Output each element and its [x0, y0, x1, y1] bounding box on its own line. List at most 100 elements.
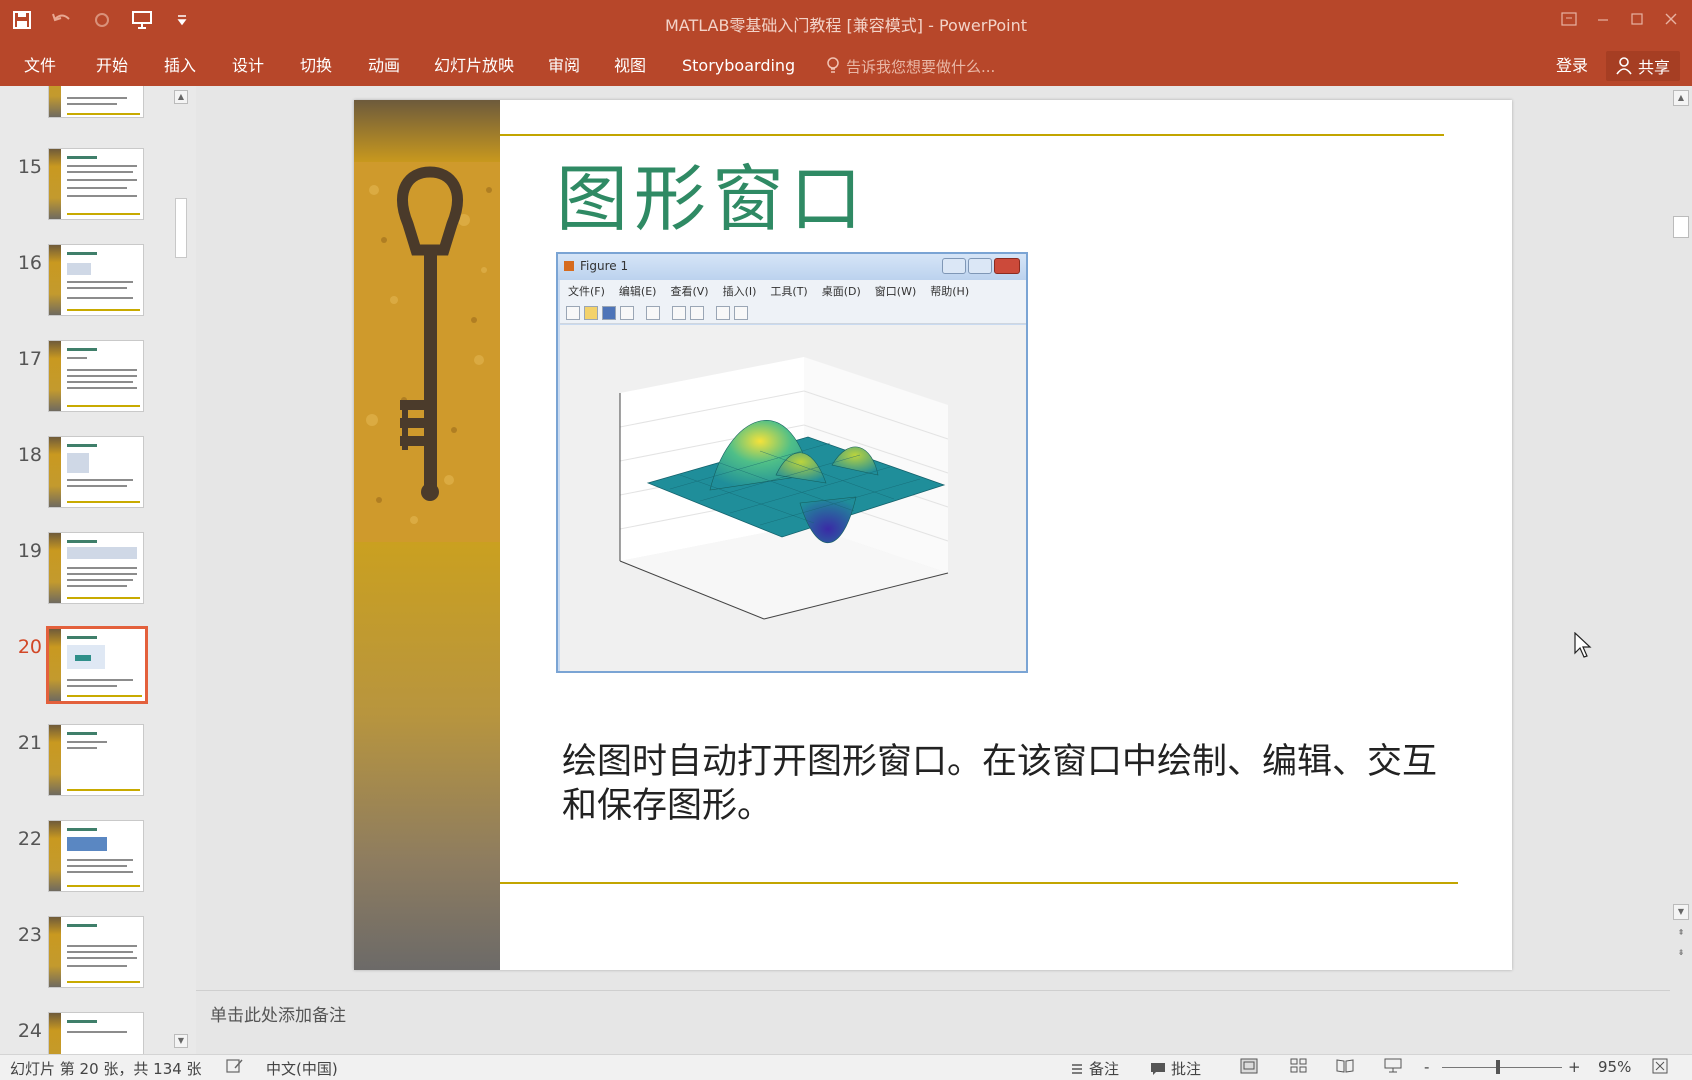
slide-scrollbar[interactable]: ▲ ▼ ⇞ ⇟ — [1670, 86, 1692, 990]
thumbnail-image — [48, 1012, 144, 1054]
figure-title-bar: Figure 1 — [558, 254, 1026, 280]
slide-counter-text: 幻灯片 第 20 张，共 134 张 — [10, 1060, 202, 1078]
tab-review[interactable]: 审阅 — [548, 46, 580, 86]
scrollbar-thumb[interactable] — [1673, 216, 1689, 238]
notes-pane[interactable]: 单击此处添加备注 — [196, 990, 1670, 1054]
figure-menu-item: 插入(I) — [722, 285, 757, 298]
comments-toggle[interactable]: 批注 — [1150, 1058, 1201, 1079]
zoom-in-button[interactable]: + — [1568, 1058, 1581, 1076]
slideshow-view-icon[interactable] — [1384, 1058, 1402, 1074]
slide-thumbnail[interactable] — [0, 86, 196, 132]
scroll-up-icon[interactable]: ▲ — [1673, 90, 1689, 106]
zoom-out-button[interactable]: - — [1424, 1058, 1429, 1076]
slide-thumbnail-24[interactable]: 24 — [0, 1006, 196, 1054]
slide-number: 20 — [17, 636, 42, 658]
slide-sorter-view-icon[interactable] — [1290, 1058, 1308, 1074]
slide-title[interactable]: 图形窗口 — [556, 140, 868, 245]
tab-transitions[interactable]: 切换 — [300, 46, 332, 86]
figure-menu-bar: 文件(F) 编辑(E) 查看(V) 插入(I) 工具(T) 桌面(D) 窗口(W… — [560, 280, 1026, 302]
mouse-cursor-icon — [1574, 631, 1592, 662]
slide-thumbnail-19[interactable]: 19 — [0, 526, 196, 618]
spell-check-icon[interactable] — [226, 1058, 244, 1074]
tab-view[interactable]: 视图 — [614, 46, 646, 86]
pointer-icon — [716, 305, 730, 320]
scroll-up-icon[interactable]: ▲ — [174, 90, 188, 104]
thumbnail-image — [48, 244, 144, 316]
tab-animations[interactable]: 动画 — [368, 46, 400, 86]
thumbnail-image — [48, 86, 144, 118]
save-figure-icon — [602, 305, 616, 320]
slide-body-text[interactable]: 绘图时自动打开图形窗口。在该窗口中绘制、编辑、交互和保存图形。 — [562, 740, 1462, 828]
insert-colorbar-icon — [672, 305, 686, 320]
figure-window-controls — [942, 258, 1020, 274]
lightbulb-icon — [827, 57, 839, 73]
slide-thumbnail-21[interactable]: 21 — [0, 718, 196, 810]
thumbnail-image-active — [46, 626, 148, 704]
zoom-slider[interactable] — [1442, 1067, 1562, 1068]
zoom-out-label: - — [1424, 1058, 1430, 1076]
slide-thumbnail-18[interactable]: 18 — [0, 430, 196, 522]
close-icon[interactable] — [1656, 6, 1686, 32]
thumbnail-image — [48, 820, 144, 892]
figure-minimize-icon — [942, 258, 966, 274]
thumbnail-image — [48, 916, 144, 988]
figure-title: Figure 1 — [580, 259, 629, 273]
language-indicator[interactable]: 中文(中国) — [266, 1058, 338, 1079]
slide-number: 23 — [17, 924, 42, 946]
tab-design[interactable]: 设计 — [232, 46, 264, 86]
figure-menu-item: 帮助(H) — [930, 285, 970, 298]
property-editor-icon — [734, 305, 748, 320]
figure-window-image[interactable]: Figure 1 文件(F) 编辑(E) 查看(V) 插入(I) 工具(T) 桌… — [556, 252, 1028, 673]
surface-plot — [619, 357, 949, 620]
tell-me-box[interactable]: 告诉我您想要做什么... — [826, 46, 995, 86]
slide-number: 21 — [17, 732, 42, 754]
minimize-icon[interactable] — [1588, 6, 1618, 32]
slide-number: 15 — [17, 156, 42, 178]
current-slide[interactable]: 图形窗口 Figure 1 文件(F) 编辑(E) 查看(V) 插入(I) 工具… — [354, 100, 1512, 970]
thumbnail-scrollbar[interactable]: ▲ ▼ — [172, 86, 190, 1054]
zoom-level[interactable]: 95% — [1598, 1058, 1631, 1076]
slide-thumbnail-17[interactable]: 17 — [0, 334, 196, 426]
ribbon-display-options-icon[interactable] — [1554, 6, 1584, 32]
new-figure-icon — [566, 305, 580, 320]
notes-icon — [1072, 1063, 1082, 1074]
zoom-slider-handle[interactable] — [1496, 1060, 1500, 1074]
figure-menu-item: 查看(V) — [670, 285, 709, 298]
zoom-level-text: 95% — [1598, 1058, 1632, 1076]
scroll-down-icon[interactable]: ▼ — [174, 1034, 188, 1048]
share-button[interactable]: 共享 — [1606, 51, 1681, 81]
tab-storyboarding[interactable]: Storyboarding — [682, 46, 795, 86]
maximize-icon[interactable] — [1622, 6, 1652, 32]
notes-toggle-label: 备注 — [1089, 1060, 1120, 1078]
previous-slide-icon[interactable]: ⇞ — [1673, 926, 1689, 942]
tab-slideshow[interactable]: 幻灯片放映 — [434, 46, 514, 86]
slide-thumbnail-22[interactable]: 22 — [0, 814, 196, 906]
login-link[interactable]: 登录 — [1556, 46, 1588, 86]
tab-home[interactable]: 开始 — [96, 46, 128, 86]
figure-menu-item: 窗口(W) — [874, 285, 917, 298]
scrollbar-thumb[interactable] — [175, 198, 187, 258]
notes-toggle[interactable]: 备注 — [1070, 1058, 1119, 1079]
slide-thumbnail-pane: 15 16 17 18 19 20 21 22 23 24 — [0, 86, 196, 1054]
slide-number: 17 — [17, 348, 42, 370]
reading-view-icon[interactable] — [1336, 1058, 1354, 1074]
slide-number: 22 — [17, 828, 42, 850]
slide-thumbnail-16[interactable]: 16 — [0, 238, 196, 330]
fit-slide-icon[interactable] — [1652, 1058, 1668, 1074]
scroll-down-icon[interactable]: ▼ — [1673, 904, 1689, 920]
insert-legend-icon — [690, 305, 704, 320]
language-text: 中文(中国) — [266, 1060, 338, 1078]
slide-thumbnail-20[interactable]: 20 — [0, 622, 196, 714]
thumbnail-image — [48, 724, 144, 796]
figure-toolbar — [560, 302, 1026, 324]
tab-insert[interactable]: 插入 — [164, 46, 196, 86]
figure-menu-item: 桌面(D) — [821, 285, 861, 298]
slide-thumbnail-15[interactable]: 15 — [0, 142, 196, 234]
slide-edit-area: 图形窗口 Figure 1 文件(F) 编辑(E) 查看(V) 插入(I) 工具… — [196, 86, 1670, 990]
slide-thumbnail-23[interactable]: 23 — [0, 910, 196, 1002]
tab-file[interactable]: 文件 — [24, 46, 56, 86]
next-slide-icon[interactable]: ⇟ — [1673, 946, 1689, 962]
normal-view-icon[interactable] — [1240, 1058, 1258, 1074]
decorative-side-strip — [354, 542, 500, 970]
thumbnail-image — [48, 340, 144, 412]
